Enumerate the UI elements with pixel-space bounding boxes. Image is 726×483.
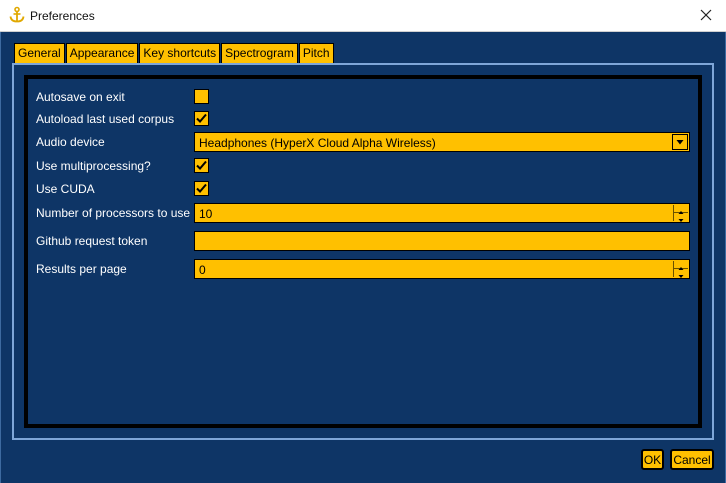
- github-token-row: Github request token: [28, 231, 698, 253]
- tab-appearance[interactable]: Appearance: [65, 43, 139, 63]
- cancel-button[interactable]: Cancel: [670, 449, 714, 470]
- autosave-label: Autosave on exit: [36, 90, 125, 104]
- autoload-label: Autoload last used corpus: [36, 112, 175, 126]
- ok-button[interactable]: OK: [641, 449, 664, 470]
- cuda-checkbox[interactable]: [194, 181, 209, 196]
- title-bar: Preferences: [0, 0, 726, 32]
- results-per-page-row: Results per page 0: [28, 259, 698, 281]
- multiprocessing-label: Use multiprocessing?: [36, 159, 151, 173]
- cuda-label: Use CUDA: [36, 182, 95, 196]
- num-processors-value: 10: [199, 207, 213, 221]
- anchor-icon: [8, 6, 26, 24]
- audio-device-label: Audio device: [36, 135, 105, 149]
- window-title: Preferences: [30, 9, 95, 23]
- spin-up-icon[interactable]: [674, 261, 688, 270]
- num-processors-row: Number of processors to use 10: [28, 203, 698, 225]
- autosave-row: Autosave on exit: [28, 87, 698, 109]
- checkmark-icon: [196, 160, 207, 170]
- results-per-page-spinbox[interactable]: 0: [194, 259, 690, 279]
- audio-device-dropdown[interactable]: Headphones (HyperX Cloud Alpha Wireless): [194, 132, 690, 152]
- close-icon: [700, 9, 712, 24]
- autoload-row: Autoload last used corpus: [28, 109, 698, 131]
- spin-up-icon[interactable]: [674, 205, 688, 214]
- tab-spectrogram[interactable]: Spectrogram: [221, 43, 298, 63]
- multiprocessing-row: Use multiprocessing?: [28, 156, 698, 178]
- results-per-page-label: Results per page: [36, 262, 127, 276]
- autoload-checkbox[interactable]: [194, 111, 209, 126]
- tab-key-shortcuts[interactable]: Key shortcuts: [139, 43, 221, 63]
- tab-general[interactable]: General: [14, 43, 65, 64]
- close-button[interactable]: [694, 4, 718, 28]
- preferences-window: Preferences General Appearance Key short…: [0, 0, 726, 483]
- results-per-page-value: 0: [199, 263, 206, 277]
- spin-down-icon[interactable]: [674, 213, 688, 222]
- settings-panel: Autosave on exit Autoload last used corp…: [24, 75, 702, 428]
- num-processors-spinbox[interactable]: 10: [194, 203, 690, 223]
- autosave-checkbox[interactable]: [194, 89, 209, 104]
- audio-device-row: Audio device Headphones (HyperX Cloud Al…: [28, 132, 698, 154]
- checkmark-icon: [196, 113, 207, 123]
- cuda-row: Use CUDA: [28, 179, 698, 201]
- multiprocessing-checkbox[interactable]: [194, 158, 209, 173]
- chevron-down-icon[interactable]: [672, 134, 688, 150]
- tab-pane: Autosave on exit Autoload last used corp…: [12, 63, 714, 440]
- spin-buttons: [673, 205, 688, 222]
- github-token-input[interactable]: [194, 231, 690, 251]
- tab-pitch[interactable]: Pitch: [298, 43, 334, 63]
- checkmark-icon: [196, 183, 207, 193]
- github-token-label: Github request token: [36, 234, 148, 248]
- num-processors-label: Number of processors to use: [36, 206, 191, 220]
- spin-down-icon[interactable]: [674, 269, 688, 278]
- spin-buttons: [673, 261, 688, 278]
- audio-device-value: Headphones (HyperX Cloud Alpha Wireless): [199, 136, 436, 150]
- tab-bar: General Appearance Key shortcuts Spectro…: [14, 43, 335, 64]
